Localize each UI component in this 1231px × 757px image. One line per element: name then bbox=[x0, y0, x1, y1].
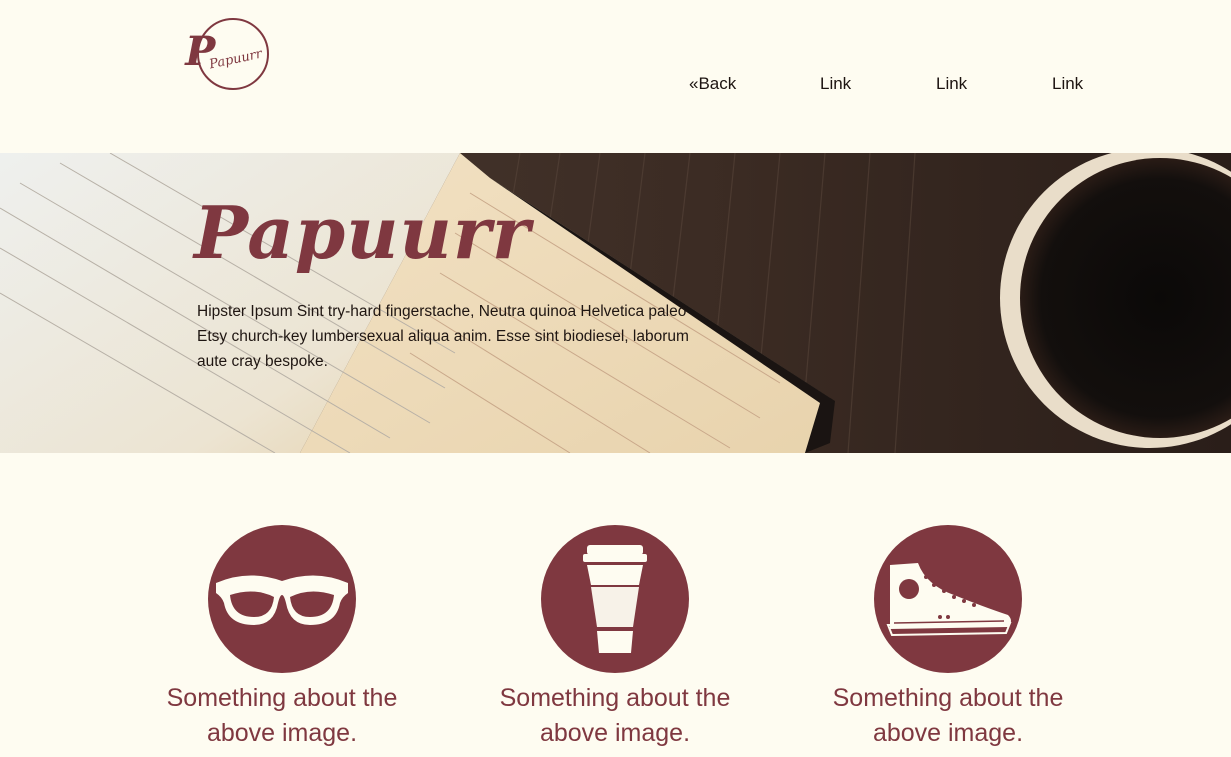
hero-description: Hipster Ipsum Sint try-hard fingerstache… bbox=[197, 303, 689, 370]
nav-link-1[interactable]: Link bbox=[820, 74, 851, 94]
feature-caption: Something about the above image. bbox=[166, 684, 398, 747]
page: P Papuurr «Back Link Link Link Papuurr H… bbox=[0, 0, 1231, 757]
nav-link-3[interactable]: Link bbox=[1052, 74, 1083, 94]
feature-card-sneaker: Something about the above image. bbox=[818, 525, 1078, 751]
feature-card-glasses: Something about the above image. bbox=[152, 525, 412, 751]
nav-back-link[interactable]: «Back bbox=[689, 74, 736, 94]
feature-caption: Something about the above image. bbox=[499, 684, 731, 747]
sneaker-icon bbox=[874, 525, 1022, 673]
nav-link-2[interactable]: Link bbox=[936, 74, 967, 94]
glasses-icon bbox=[208, 525, 356, 673]
feature-caption: Something about the above image. bbox=[832, 684, 1064, 747]
hero-title: Papuurr bbox=[194, 190, 531, 275]
logo-text: Papuurr bbox=[208, 46, 264, 72]
site-header: P Papuurr «Back Link Link Link bbox=[0, 0, 1231, 153]
coffee-cup-icon bbox=[541, 525, 689, 673]
hero-banner: Papuurr Hipster Ipsum Sint try-hard fing… bbox=[0, 153, 1231, 453]
main-nav: «Back Link Link Link bbox=[0, 74, 1231, 96]
feature-card-coffee: Something about the above image. bbox=[485, 525, 745, 751]
